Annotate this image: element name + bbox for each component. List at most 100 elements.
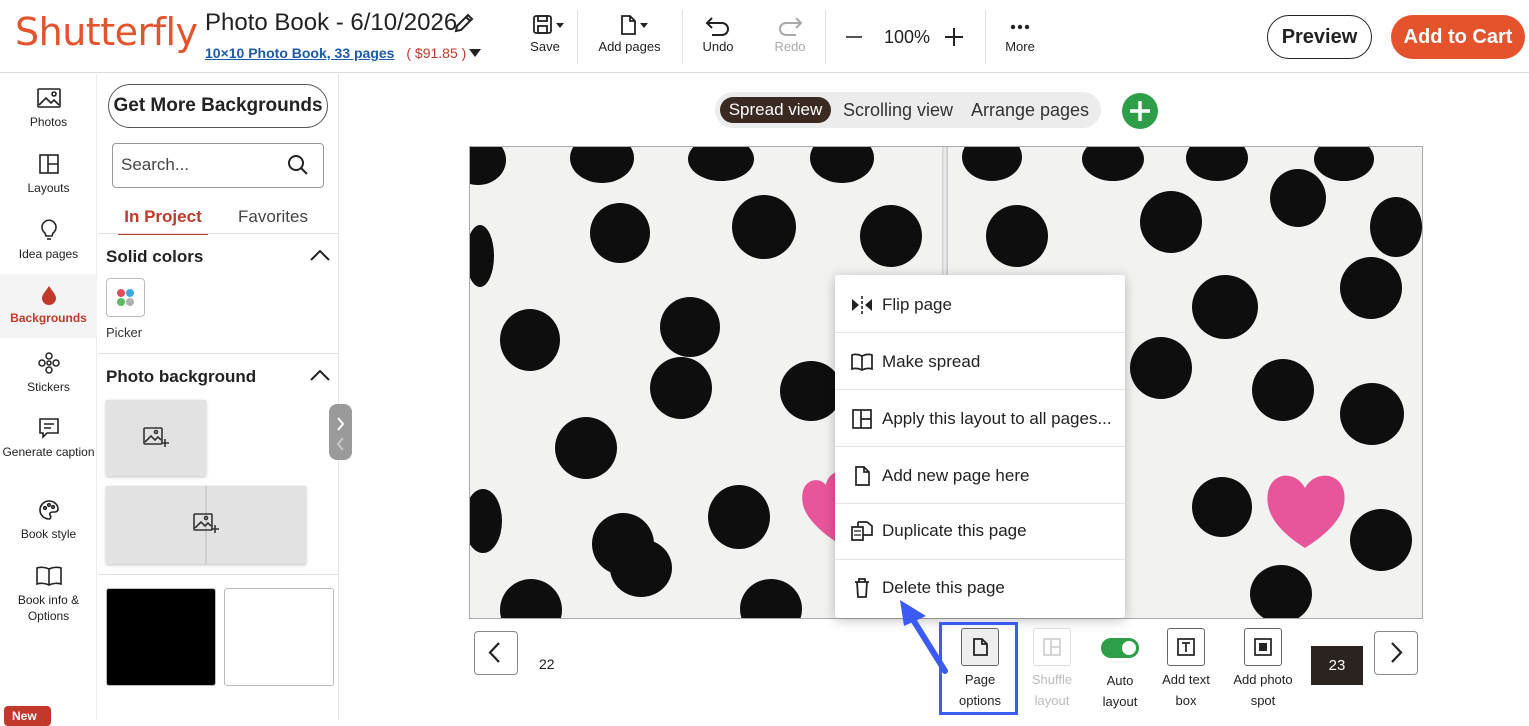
polka-dot xyxy=(986,205,1048,267)
drop-icon xyxy=(41,286,56,305)
redo-button[interactable]: Redo xyxy=(772,14,808,54)
polka-dot xyxy=(810,147,874,183)
polka-dot xyxy=(1186,147,1248,181)
add-pages-label: Add pages xyxy=(598,39,661,54)
pink-heart-graphic xyxy=(1260,462,1350,557)
menu-item-add-new-page[interactable]: Add new page here xyxy=(835,447,1125,504)
rail-item-stickers[interactable]: Stickers xyxy=(0,351,97,413)
background-swatch-white[interactable] xyxy=(224,588,334,686)
polka-dot xyxy=(610,539,672,597)
add-to-cart-button[interactable]: Add to Cart xyxy=(1391,15,1525,59)
duplicate-icon xyxy=(851,520,873,541)
search-icon[interactable] xyxy=(287,154,309,176)
menu-item-label: Flip page xyxy=(882,294,952,314)
image-icon xyxy=(36,88,61,108)
view-toggle: Spread view Scrolling view Arrange pages xyxy=(715,92,1101,128)
get-more-backgrounds-button[interactable]: Get More Backgrounds xyxy=(108,84,328,128)
rail-item-generate-caption[interactable]: Generate caption xyxy=(0,416,97,482)
rail-item-book-info[interactable]: Book info & Options xyxy=(0,564,97,630)
panel-collapse-handle[interactable] xyxy=(329,404,352,460)
picker-label: Picker xyxy=(106,325,143,340)
menu-item-delete-page[interactable]: Delete this page xyxy=(835,559,1125,616)
toggle-switch[interactable] xyxy=(1101,638,1139,658)
tool-label: layout xyxy=(1102,694,1138,709)
page-add-icon xyxy=(855,465,870,486)
add-photo-spot-button[interactable]: Add photo spot xyxy=(1227,628,1299,711)
menu-item-duplicate-page[interactable]: Duplicate this page xyxy=(835,502,1125,559)
more-label: More xyxy=(1005,39,1035,54)
preview-button[interactable]: Preview xyxy=(1267,15,1372,59)
rail-item-idea-pages[interactable]: Idea pages xyxy=(0,218,97,280)
polka-dot xyxy=(1340,383,1404,445)
undo-icon xyxy=(705,17,729,36)
zoom-level: 100% xyxy=(884,27,931,47)
backgrounds-panel: Get More Backgrounds In Project Favorite… xyxy=(98,74,339,720)
auto-layout-toggle[interactable]: Auto layout xyxy=(1084,628,1156,712)
polka-dot xyxy=(500,579,562,618)
page-icon xyxy=(621,15,648,35)
shutterfly-logo[interactable]: Shutterfly xyxy=(15,10,198,54)
polka-dot xyxy=(470,147,506,185)
tab-spread-view[interactable]: Spread view xyxy=(720,97,831,123)
rail-label: Stickers xyxy=(27,380,70,394)
tab-in-project[interactable]: In Project xyxy=(118,207,208,235)
caption-icon xyxy=(38,418,59,439)
plus-icon xyxy=(1130,101,1150,121)
shuffle-layout-button[interactable]: Shuffle layout xyxy=(1016,628,1088,711)
trash-icon xyxy=(855,577,869,598)
rail-item-photos[interactable]: Photos xyxy=(0,86,97,148)
sticker-icon xyxy=(37,352,60,374)
undo-button[interactable]: Undo xyxy=(700,14,736,54)
rail-label: Generate caption xyxy=(2,445,95,459)
book-icon xyxy=(35,566,62,586)
chevron-up-icon[interactable] xyxy=(308,367,332,383)
previous-page-button[interactable] xyxy=(474,631,518,675)
polka-dot xyxy=(1082,147,1144,181)
menu-item-apply-layout[interactable]: Apply this layout to all pages... xyxy=(835,390,1125,447)
pencil-icon[interactable] xyxy=(452,11,476,35)
toolbar-divider xyxy=(985,10,986,64)
save-button[interactable]: Save xyxy=(525,14,565,54)
color-picker-swatch[interactable] xyxy=(106,278,145,317)
menu-item-label: Duplicate this page xyxy=(882,520,1027,540)
tool-label: Add photo xyxy=(1233,672,1293,687)
chevron-up-icon[interactable] xyxy=(308,247,332,263)
menu-item-flip-page[interactable]: Flip page xyxy=(835,276,1125,333)
price-label: ( $91.85 ) xyxy=(406,45,467,61)
add-page-plus-button[interactable] xyxy=(1122,93,1158,129)
spread-icon xyxy=(851,352,873,371)
product-link[interactable]: 10×10 Photo Book, 33 pages xyxy=(205,45,394,61)
photo-background-single-slot[interactable] xyxy=(106,400,206,476)
polka-dot xyxy=(1252,359,1314,421)
polka-dot xyxy=(1250,565,1312,618)
background-swatch-black[interactable] xyxy=(106,588,216,686)
polka-dot xyxy=(555,417,617,479)
add-pages-button[interactable]: Add pages xyxy=(597,14,662,54)
rail-item-backgrounds[interactable]: Backgrounds xyxy=(0,274,97,338)
pointer-arrow-icon xyxy=(900,600,948,674)
tab-favorites[interactable]: Favorites xyxy=(228,207,318,227)
rail-label: Book style xyxy=(20,527,77,541)
polka-dot xyxy=(1192,275,1258,339)
search-input[interactable] xyxy=(121,152,281,178)
tab-scrolling-view[interactable]: Scrolling view xyxy=(839,92,957,128)
project-title[interactable]: Photo Book - 6/10/2026 xyxy=(205,9,457,37)
rail-item-book-style[interactable]: Book style xyxy=(0,498,97,560)
next-page-button[interactable] xyxy=(1374,631,1418,675)
caret-down-icon[interactable] xyxy=(468,48,482,58)
tab-arrange-pages[interactable]: Arrange pages xyxy=(967,92,1093,128)
page-options-highlight xyxy=(939,622,1018,715)
zoom-out-icon[interactable] xyxy=(843,24,865,50)
menu-item-label: Add new page here xyxy=(882,465,1030,485)
tool-label: box xyxy=(1175,693,1197,708)
rail-item-layouts[interactable]: Layouts xyxy=(0,152,97,214)
more-button[interactable]: More xyxy=(1003,14,1037,54)
redo-label: Redo xyxy=(774,39,806,54)
page-options-menu: Flip page Make spread Apply this layout … xyxy=(835,275,1125,618)
polka-dot xyxy=(590,203,650,263)
zoom-in-icon[interactable] xyxy=(942,24,966,50)
menu-item-make-spread[interactable]: Make spread xyxy=(835,333,1125,390)
add-text-box-button[interactable]: Add text box xyxy=(1150,628,1222,711)
polka-dot xyxy=(780,361,842,421)
photo-background-spread-slot[interactable] xyxy=(106,486,306,564)
